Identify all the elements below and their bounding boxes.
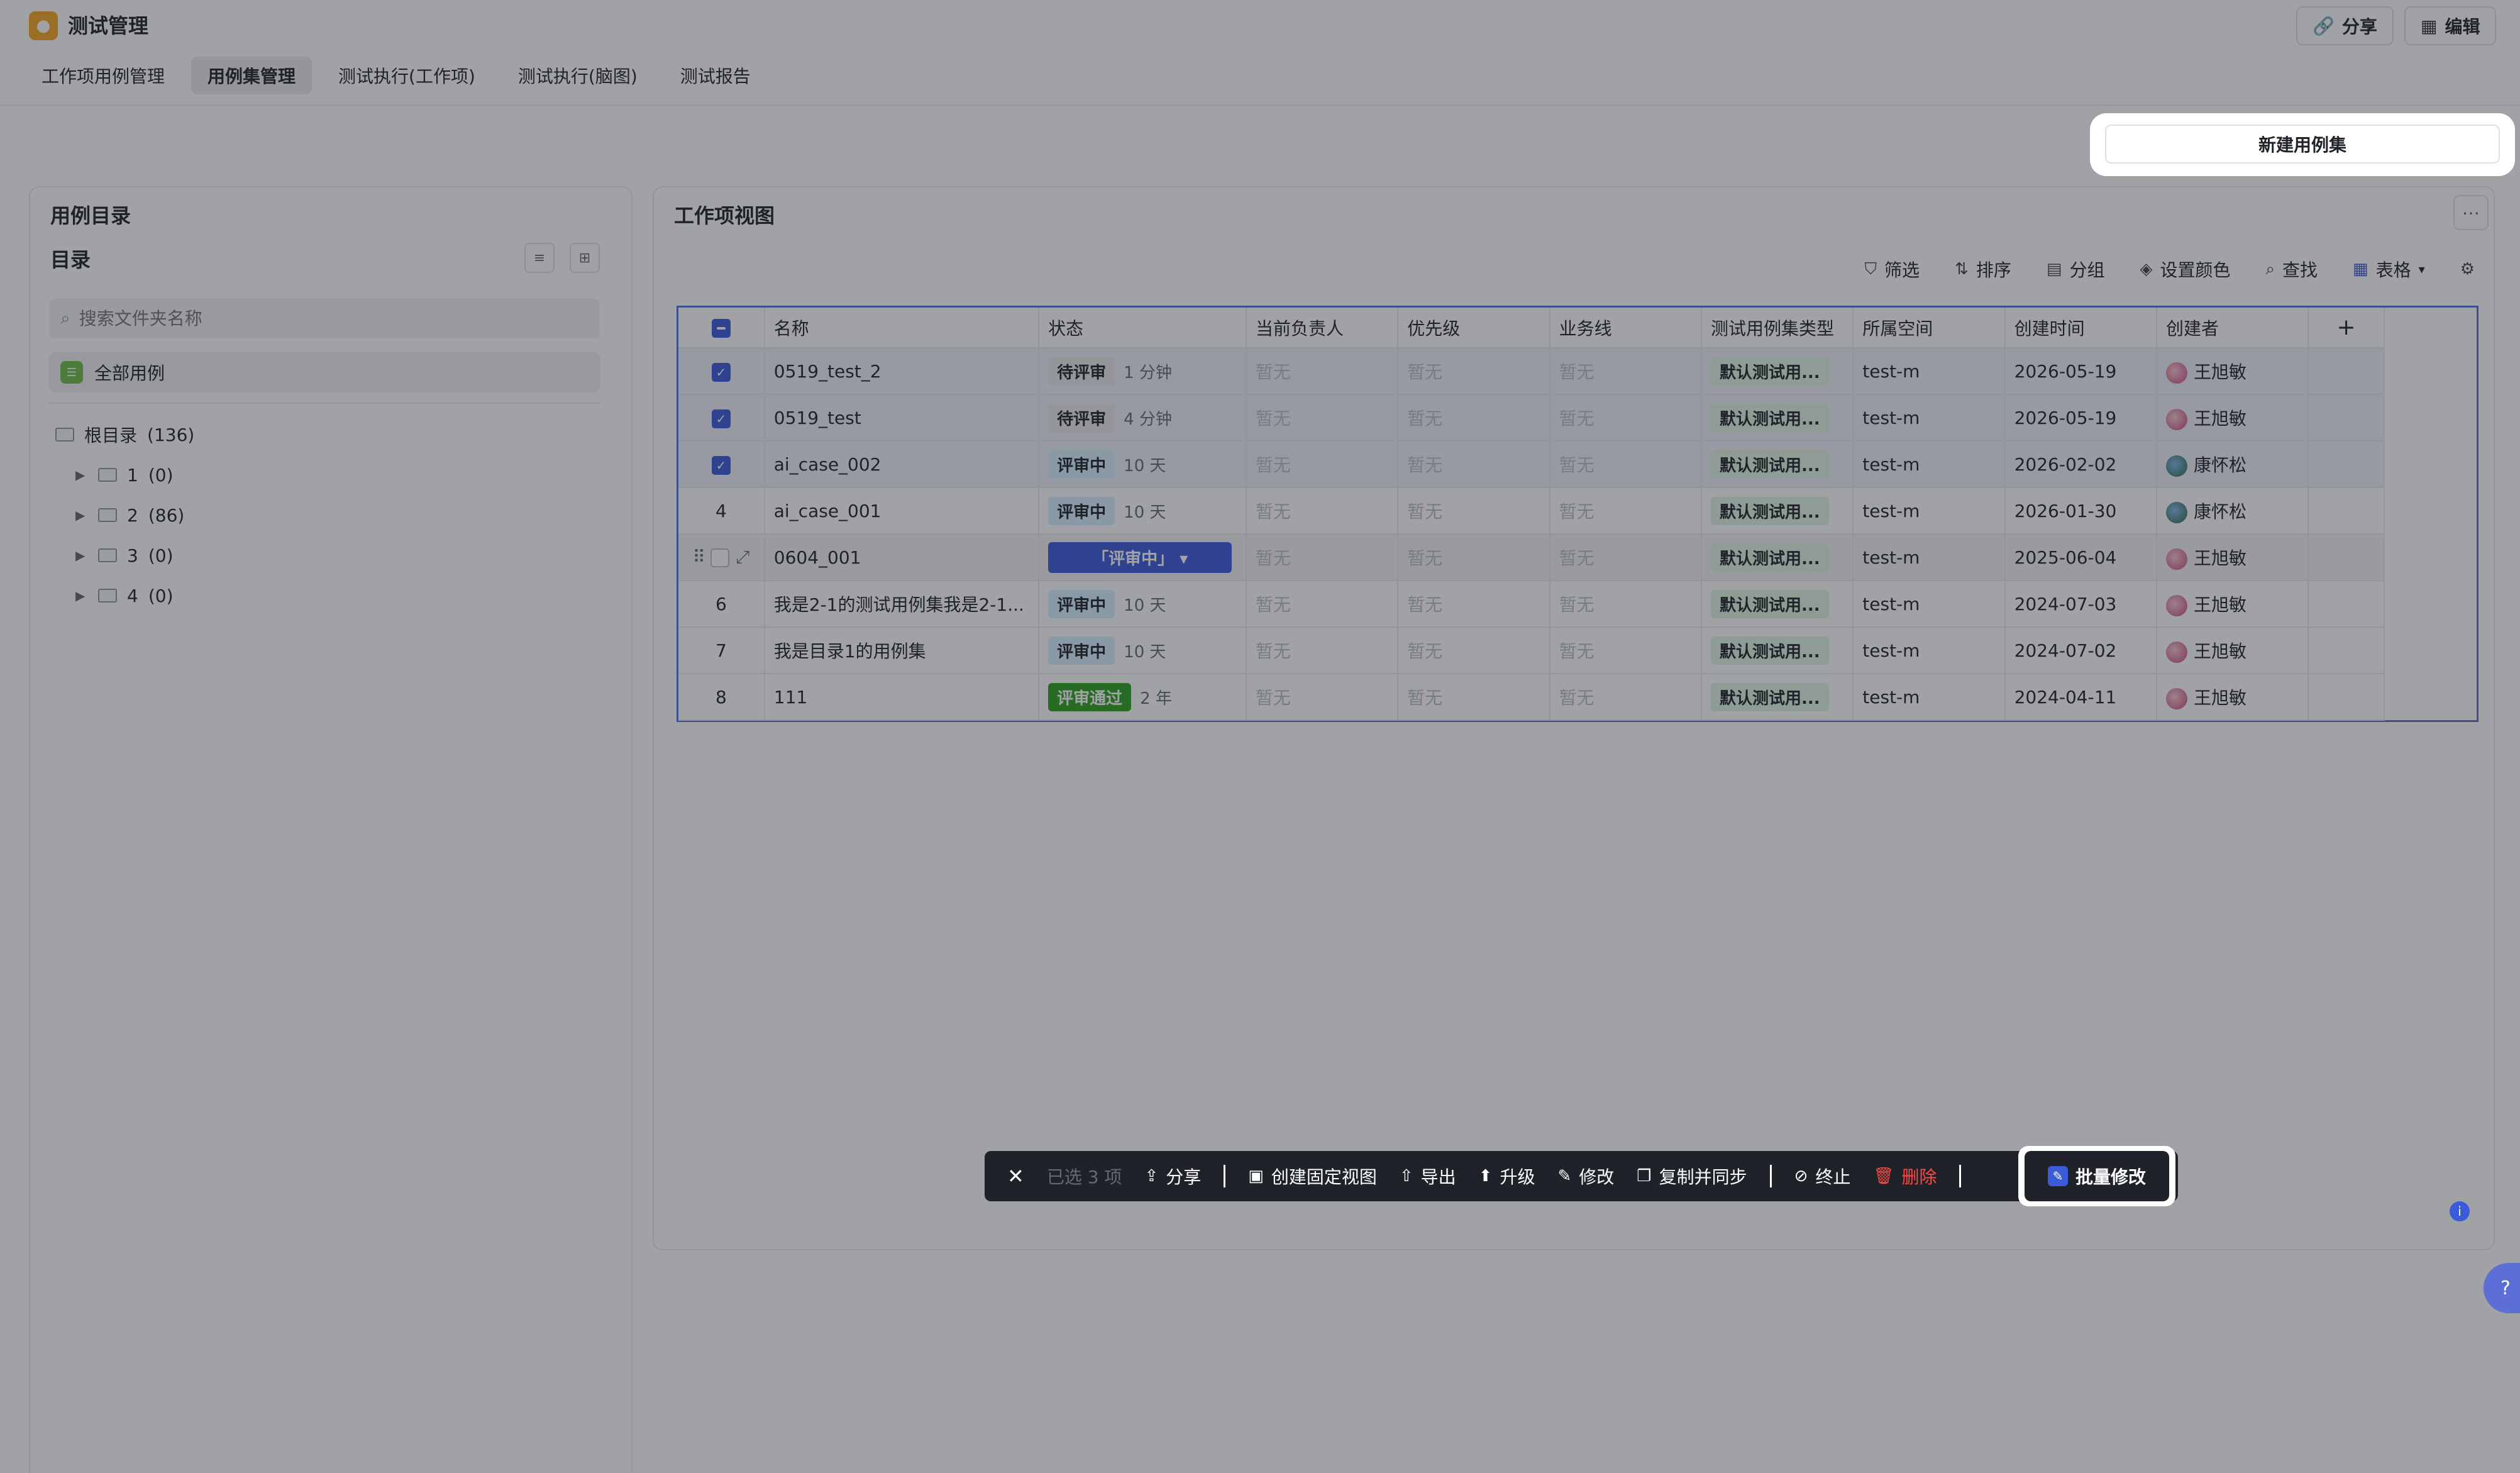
modify-action[interactable]: ✎ 修改: [1557, 1164, 1614, 1189]
share-action[interactable]: ⇪ 分享: [1144, 1164, 1201, 1189]
stop-icon: ⊘: [1794, 1167, 1808, 1186]
fixed-view-action[interactable]: ▣ 创建固定视图: [1248, 1164, 1377, 1189]
close-icon[interactable]: ✕: [1007, 1164, 1024, 1188]
upgrade-label: 升级: [1500, 1167, 1535, 1187]
copy-sync-action[interactable]: ❐ 复制并同步: [1637, 1164, 1747, 1189]
export-label: 导出: [1420, 1167, 1456, 1187]
batch-action-bar: ✕ 已选 3 项 ⇪ 分享 ▣ 创建固定视图 ⇧ 导出 ⬆ 升级 ✎ 修改 ❐ 复制并同步 …: [985, 1151, 2178, 1201]
separator: [1224, 1165, 1226, 1187]
terminate-action[interactable]: ⊘ 终止: [1794, 1164, 1851, 1189]
save-icon: ▣: [1248, 1167, 1264, 1186]
terminate-label: 终止: [1815, 1167, 1851, 1187]
info-icon[interactable]: i: [2450, 1201, 2470, 1221]
batch-edit-icon: ✎: [2047, 1166, 2068, 1186]
export-action[interactable]: ⇧ 导出: [1400, 1164, 1456, 1189]
modify-label: 修改: [1579, 1167, 1615, 1187]
delete-label: 删除: [1901, 1167, 1937, 1187]
batch-modify-highlight: ✎ 批量修改: [2018, 1146, 2175, 1206]
trash-icon: 🗑: [1873, 1167, 1894, 1186]
fixed-view-label: 创建固定视图: [1271, 1167, 1377, 1187]
modal-overlay: [0, 0, 2520, 1473]
delete-action[interactable]: 🗑 删除: [1873, 1164, 1937, 1189]
separator: [1769, 1165, 1772, 1187]
new-button-highlight: 新建用例集: [2090, 113, 2515, 176]
export-icon: ⇧: [1399, 1167, 1413, 1186]
copy-icon: ❐: [1637, 1167, 1652, 1186]
separator: [1959, 1165, 1962, 1187]
share-icon: ⇪: [1144, 1167, 1159, 1186]
selected-count: 已选 3 项: [1046, 1167, 1122, 1187]
new-case-set-button[interactable]: 新建用例集: [2105, 125, 2500, 164]
share-action-label: 分享: [1166, 1167, 1202, 1187]
pencil-icon: ✎: [1557, 1167, 1572, 1186]
upgrade-icon: ⬆: [1478, 1167, 1493, 1186]
batch-modify-label: 批量修改: [2075, 1167, 2146, 1187]
copy-sync-label: 复制并同步: [1659, 1167, 1747, 1187]
upgrade-action[interactable]: ⬆ 升级: [1479, 1164, 1535, 1189]
batch-modify-button[interactable]: ✎ 批量修改: [2025, 1151, 2169, 1201]
